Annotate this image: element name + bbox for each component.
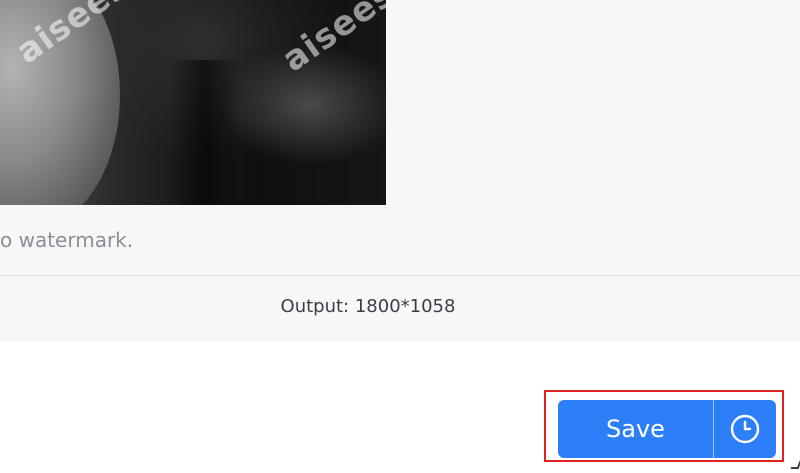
resize-corner-icon <box>790 461 800 469</box>
page: aiseesoft aiseesoft o watermark. Output:… <box>0 0 800 473</box>
clock-icon <box>730 414 760 444</box>
divider <box>0 275 800 276</box>
preview-panel: aiseesoft aiseesoft o watermark. Output:… <box>0 0 800 341</box>
output-preview-image: aiseesoft aiseesoft <box>0 0 386 205</box>
output-resolution-label: Output: 1800*1058 <box>280 296 456 317</box>
clock-button[interactable] <box>714 400 776 458</box>
watermark-note: o watermark. <box>0 228 134 252</box>
save-button[interactable]: Save <box>558 400 713 458</box>
image-shadow <box>170 60 240 205</box>
watermark-text: aiseesoft <box>275 0 386 81</box>
save-button-group: Save <box>558 400 776 458</box>
